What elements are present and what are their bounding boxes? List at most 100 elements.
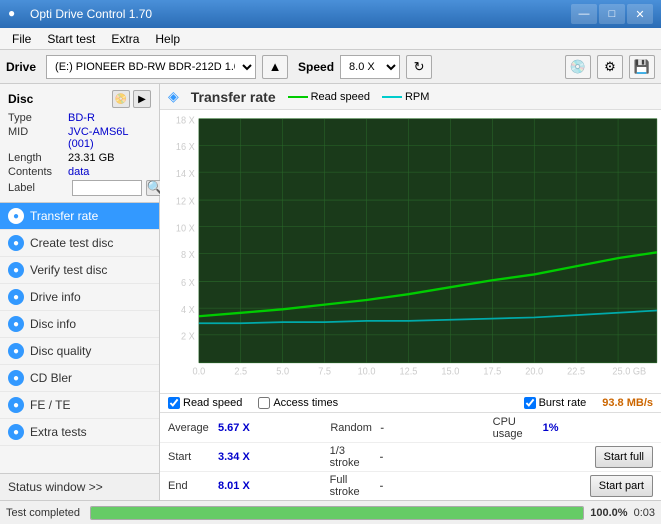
disc-mid-key: MID (8, 126, 68, 150)
maximize-button[interactable]: □ (599, 4, 625, 24)
burst-rate-value: 93.8 MB/s (602, 397, 653, 409)
stat-full-stroke-val: - (380, 480, 384, 492)
disc-panel: Disc 📀 ▶ Type BD-R MID JVC-AMS6L (001) L… (0, 84, 159, 203)
refresh-button[interactable]: ↻ (406, 55, 432, 79)
close-button[interactable]: ✕ (627, 4, 653, 24)
stat-cpu-val: 1% (543, 422, 559, 434)
start-part-button[interactable]: Start part (590, 475, 653, 497)
drive-select[interactable]: (E:) PIONEER BD-RW BDR-212D 1.01 (46, 55, 256, 79)
eject-button[interactable]: ▲ (262, 55, 288, 79)
disc-label-row: Label 🔍 (8, 180, 151, 196)
sidebar-item-extra-tests[interactable]: ● Extra tests (0, 419, 159, 446)
menu-help[interactable]: Help (147, 30, 188, 48)
stat-stroke-1-3: 1/3 stroke - (330, 445, 492, 469)
svg-text:2.5: 2.5 (234, 366, 247, 378)
stat-start-key: Start (168, 451, 214, 463)
sidebar-item-cd-bler[interactable]: ● CD Bler (0, 365, 159, 392)
app-icon: ● (8, 6, 24, 22)
disc-info-icon: ● (8, 316, 24, 332)
drive-info-icon: ● (8, 289, 24, 305)
access-times-checkbox[interactable] (258, 397, 270, 409)
stat-average: Average 5.67 X (168, 416, 328, 440)
access-times-checkbox-label[interactable]: Access times (258, 397, 338, 409)
disc-contents-val: data (68, 166, 89, 178)
menu-extra[interactable]: Extra (103, 30, 147, 48)
disc-label-key: Label (8, 182, 68, 194)
disc-mid-val: JVC-AMS6L (001) (68, 126, 151, 150)
sidebar-item-label-verify-test-disc: Verify test disc (30, 263, 107, 277)
chart-area: ◈ Transfer rate Read speed RPM (160, 84, 661, 500)
cd-bler-icon: ● (8, 370, 24, 386)
svg-text:17.5: 17.5 (483, 366, 501, 378)
minimize-button[interactable]: — (571, 4, 597, 24)
legend-read-speed: Read speed (288, 91, 370, 103)
progress-bar-container (90, 506, 584, 520)
menu-file[interactable]: File (4, 30, 39, 48)
toolbar: Drive (E:) PIONEER BD-RW BDR-212D 1.01 ▲… (0, 50, 661, 84)
speed-select[interactable]: 8.0 X (340, 55, 400, 79)
read-speed-checkbox[interactable] (168, 397, 180, 409)
disc-section-title: Disc (8, 92, 33, 106)
stat-full-stroke: Full stroke - (330, 474, 492, 498)
svg-text:2 X: 2 X (181, 331, 195, 343)
status-text: Test completed (6, 507, 80, 519)
status-window-button[interactable]: Status window >> (0, 473, 159, 500)
burst-rate-checkbox-label[interactable]: Burst rate (524, 397, 587, 409)
disc-type-key: Type (8, 112, 68, 124)
sidebar-item-disc-info[interactable]: ● Disc info (0, 311, 159, 338)
sidebar-item-transfer-rate[interactable]: ● Transfer rate (0, 203, 159, 230)
verify-test-disc-icon: ● (8, 262, 24, 278)
sidebar-item-drive-info[interactable]: ● Drive info (0, 284, 159, 311)
read-speed-checkbox-label[interactable]: Read speed (168, 397, 242, 409)
svg-text:6 X: 6 X (181, 278, 195, 290)
disc-contents-row: Contents data (8, 166, 151, 178)
stat-end-key: End (168, 480, 214, 492)
label-input[interactable] (72, 180, 142, 196)
save-button[interactable]: 💾 (629, 55, 655, 79)
svg-text:5.0: 5.0 (276, 366, 289, 378)
read-speed-checkbox-text: Read speed (183, 397, 242, 409)
settings-button[interactable]: ⚙ (597, 55, 623, 79)
menu-start-test[interactable]: Start test (39, 30, 103, 48)
svg-text:8 X: 8 X (181, 250, 195, 262)
disc-icon-btn-1[interactable]: 📀 (112, 90, 130, 108)
access-times-checkbox-text: Access times (273, 397, 338, 409)
sidebar-item-label-transfer-rate: Transfer rate (30, 209, 98, 223)
fe-te-icon: ● (8, 397, 24, 413)
stat-average-key: Average (168, 422, 214, 434)
svg-text:20.0: 20.0 (525, 366, 543, 378)
chart-legend-row: Read speed Access times Burst rate 93.8 … (160, 393, 661, 412)
stat-random: Random - (330, 416, 490, 440)
svg-text:12 X: 12 X (176, 196, 195, 208)
svg-text:25.0 GB: 25.0 GB (612, 366, 646, 378)
burst-rate-checkbox-text: Burst rate (539, 397, 587, 409)
titlebar: ● Opti Drive Control 1.70 — □ ✕ (0, 0, 661, 28)
disc-length-val: 23.31 GB (68, 152, 114, 164)
extra-tests-icon: ● (8, 424, 24, 440)
disc-button[interactable]: 💿 (565, 55, 591, 79)
window-controls: — □ ✕ (571, 4, 653, 24)
svg-text:10.0: 10.0 (358, 366, 376, 378)
sidebar-item-create-test-disc[interactable]: ● Create test disc (0, 230, 159, 257)
svg-text:10 X: 10 X (176, 223, 195, 235)
chart-icon: ◈ (168, 88, 179, 105)
sidebar-item-disc-quality[interactable]: ● Disc quality (0, 338, 159, 365)
stat-average-val: 5.67 X (218, 422, 250, 434)
status-time: 0:03 (634, 507, 655, 519)
transfer-rate-icon: ● (8, 208, 24, 224)
disc-type-row: Type BD-R (8, 112, 151, 124)
disc-icon-btn-2[interactable]: ▶ (133, 90, 151, 108)
stats-row-2: Start 3.34 X 1/3 stroke - Start full (160, 442, 661, 471)
chart-title: Transfer rate (191, 89, 276, 105)
disc-length-key: Length (8, 152, 68, 164)
sidebar-item-fe-te[interactable]: ● FE / TE (0, 392, 159, 419)
sidebar-item-verify-test-disc[interactable]: ● Verify test disc (0, 257, 159, 284)
app-title: Opti Drive Control 1.70 (30, 7, 571, 21)
stat-end-val: 8.01 X (218, 480, 250, 492)
svg-text:15.0: 15.0 (441, 366, 459, 378)
svg-text:7.5: 7.5 (318, 366, 331, 378)
sidebar-item-label-extra-tests: Extra tests (30, 425, 87, 439)
speed-label: Speed (298, 60, 334, 74)
start-full-button[interactable]: Start full (595, 446, 653, 468)
burst-rate-checkbox[interactable] (524, 397, 536, 409)
